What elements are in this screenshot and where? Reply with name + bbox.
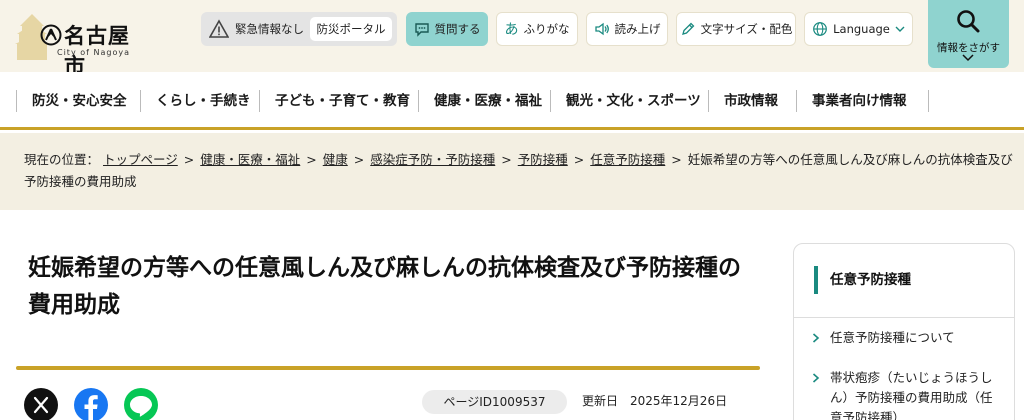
breadcrumb-link-health[interactable]: 健康 [323,152,348,167]
facebook-logo-icon [84,395,98,420]
sidebar-link-label: 任意予防接種について [830,330,955,345]
chevron-right-icon [812,373,820,383]
nav-item-disaster-safety[interactable]: 防災・安心安全 [16,86,127,116]
breadcrumb-link-health-welfare[interactable]: 健康・医療・福祉 [200,152,300,167]
page-title: 妊娠希望の方等への任意風しん及び麻しんの抗体検査及び予防接種の費用助成 [28,255,741,318]
sidebar-divider [794,317,1014,318]
breadcrumb-link-vaccination[interactable]: 予防接種 [518,152,568,167]
read-aloud-button[interactable]: 読み上げ [586,12,668,46]
read-aloud-label: 読み上げ [614,22,661,36]
line-logo-icon [130,396,152,417]
breadcrumb-separator: > [501,152,512,167]
x-logo-icon [33,396,49,414]
nav-item-living[interactable]: くらし・手続き [140,86,251,116]
language-button[interactable]: Language [804,12,913,46]
nav-item-children[interactable]: 子ども・子育て・教育 [259,86,410,116]
search-info-label: 情報をさがす [937,42,1000,54]
pencil-icon [681,22,695,35]
nav-item-tourism[interactable]: 観光・文化・スポーツ [550,86,701,116]
chevron-down-icon [895,26,905,32]
ask-label: 質問する [434,22,481,36]
warning-icon [209,19,229,38]
disaster-portal-link[interactable]: 防災ポータル [310,17,392,41]
sidebar-link-label: 帯状疱疹（たいじょうほうしん）予防接種の費用助成（任意予防接種） [830,370,993,420]
city-mark-icon [40,24,62,46]
city-name-english: City of Nagoya [57,48,130,57]
breadcrumb-prefix: 現在の位置： [24,152,100,167]
breadcrumb-separator: > [183,152,195,167]
breadcrumb-separator: > [671,152,682,167]
furigana-label: ふりがな [523,22,570,36]
breadcrumb-link-top[interactable]: トップページ [103,152,178,167]
breadcrumb: 現在の位置： トップページ > 健康・医療・福祉 > 健康 > 感染症予防・予防接種 > 予防接… [0,133,1024,210]
breadcrumb-link-optional-vaccination[interactable]: 任意予防接種 [590,152,665,167]
nav-item-health[interactable]: 健康・医療・福祉 [418,86,542,116]
text-size-color-label: 文字サイズ・配色 [700,22,793,36]
sidebar-menu: 任意予防接種 任意予防接種について 帯状疱疹（たいじょうほうしん）予防接種の費用… [793,243,1015,420]
chevron-right-icon [812,333,820,343]
global-nav: 防災・安心安全 くらし・手続き 子ども・子育て・教育 健康・医療・福祉 観光・文… [0,72,1024,130]
breadcrumb-separator: > [306,152,317,167]
emergency-status: 緊急情報なし [235,22,304,36]
emergency-info: 緊急情報なし 防災ポータル [201,12,397,46]
furigana-button[interactable]: あ ふりがな [496,12,578,46]
search-info-button[interactable]: 情報をさがす [928,0,1009,68]
language-label: Language [833,22,890,36]
updated-date: 更新日 2025年12月26日 [582,394,728,408]
hiragana-icon: あ [504,22,519,38]
breadcrumb-separator: > [353,152,365,167]
breadcrumb-separator: > [573,152,585,167]
sidebar-heading[interactable]: 任意予防接種 [814,266,911,294]
nav-item-city-admin[interactable]: 市政情報 [708,86,778,116]
title-underline [16,366,760,370]
city-logo[interactable]: 名古屋市 City of Nagoya [12,6,147,78]
share-facebook-button[interactable] [74,388,108,420]
ask-button[interactable]: 質問する [406,12,488,46]
sidebar-link-shingles-vaccination[interactable]: 帯状疱疹（たいじょうほうしん）予防接種の費用助成（任意予防接種） [812,368,1002,420]
breadcrumb-link-infection[interactable]: 感染症予防・予防接種 [370,152,495,167]
site-header: 名古屋市 City of Nagoya 緊急情報なし 防災ポータル 質問する あ… [0,0,1024,78]
chevron-down-icon [962,54,974,62]
globe-icon [813,22,828,36]
speaker-icon [594,22,609,36]
sidebar-link-optional-vaccination-about[interactable]: 任意予防接種について [812,328,1002,348]
nav-item-business[interactable]: 事業者向け情報 [796,86,907,116]
chat-icon [414,23,429,37]
share-line-button[interactable] [124,388,158,420]
text-size-color-button[interactable]: 文字サイズ・配色 [676,12,796,46]
share-x-button[interactable] [24,388,58,420]
nav-divider [928,90,929,112]
page-id-badge: ページID1009537 [422,390,567,414]
search-icon [957,10,980,33]
